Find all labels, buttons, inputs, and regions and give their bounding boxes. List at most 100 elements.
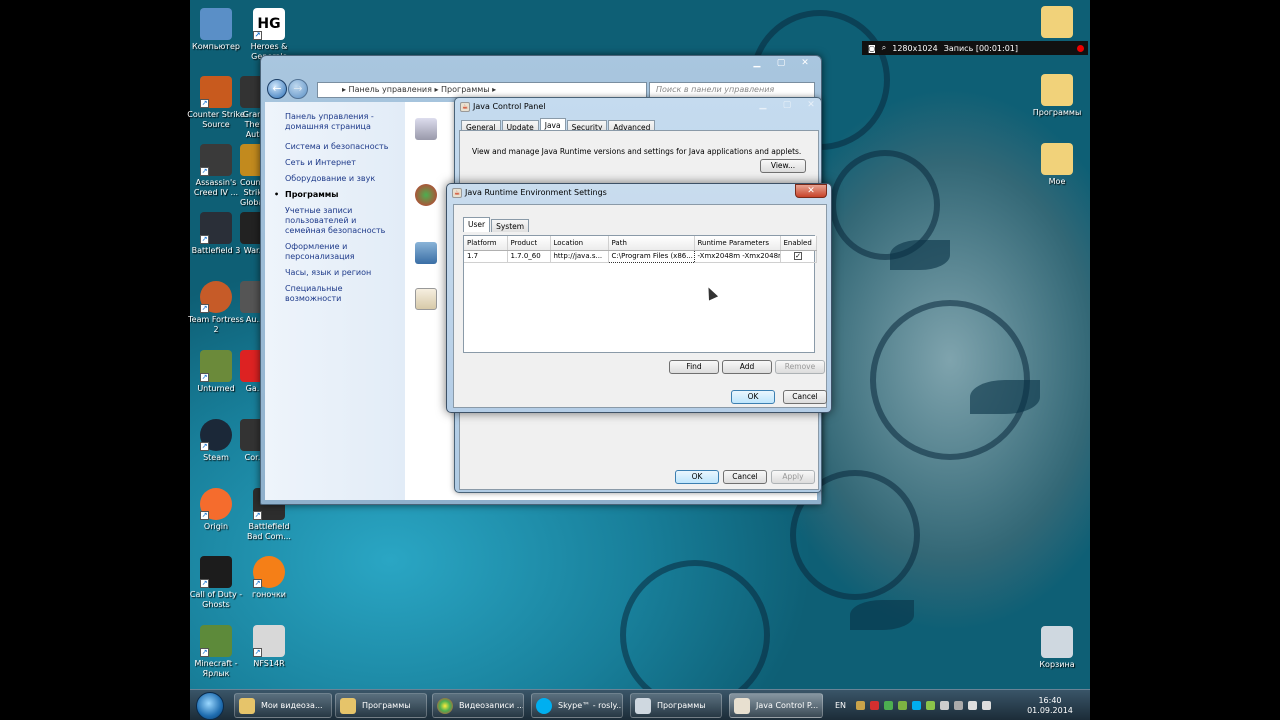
tray-nvidia-icon[interactable] [926,701,935,710]
tray-app-icon[interactable] [870,701,879,710]
desktop-icon-moe[interactable]: Мое [1028,143,1086,187]
column-location[interactable]: Location [550,236,609,251]
sidebar-item-hardware[interactable]: Оборудование и звук [285,174,397,184]
cancel-button[interactable]: Cancel [723,470,767,484]
default-programs-icon[interactable] [415,184,437,206]
cell-path[interactable]: C:\Program Files (x86... [607,249,695,263]
minimize-button[interactable]: ▁ [745,56,769,70]
tab-system[interactable]: System [491,219,530,232]
task-java-control-panel[interactable]: Java Control P... [729,693,823,718]
desktop-icon-computer[interactable]: Компьютер [187,8,245,52]
gadgets-icon[interactable] [415,242,437,264]
search-input[interactable]: Поиск в панели управления [649,82,815,98]
column-enabled[interactable]: Enabled [780,236,817,251]
task-chrome[interactable]: Видеозаписи ... [432,693,524,718]
column-product[interactable]: Product [507,236,551,251]
cell-platform[interactable]: 1.7 [464,250,508,263]
cell-enabled[interactable]: ✓ [780,250,817,263]
minimize-button[interactable]: ▁ [751,98,775,112]
start-button[interactable] [196,692,224,720]
cell-location[interactable]: http://java.s... [550,250,609,263]
tray-app-icon[interactable] [884,701,893,710]
sidebar-item-appearance[interactable]: Оформление и персонализация [285,242,397,262]
tray-app-icon[interactable] [898,701,907,710]
column-platform[interactable]: Platform [464,236,508,251]
window-controls: ▁ ▢ ✕ [745,56,817,70]
back-button[interactable]: ← [267,79,287,99]
ok-button[interactable]: OK [731,390,775,404]
cell-runtime-parameters[interactable]: -Xmx2048m -Xmx2048m [694,250,781,263]
sidebar-item-clock[interactable]: Часы, язык и регион [285,268,397,278]
desktop-icon-nfs14r[interactable]: ↗ NFS14R [240,625,298,669]
desktop-icon-unturned[interactable]: ↗ Unturned [187,350,245,394]
desktop-icon-assassins-creed[interactable]: ↗ Assassin's Creed IV ... [187,144,245,198]
sidebar: Панель управления - домашняя страница Си… [265,102,405,500]
remove-button[interactable]: Remove [775,360,825,374]
dialog-title: Java Runtime Environment Settings [465,188,607,197]
desktop-icon-battlefield-3[interactable]: ↗ Battlefield 3 [187,212,245,256]
enabled-checkbox[interactable]: ✓ [794,252,802,260]
sidebar-item-security[interactable]: Система и безопасность [285,142,397,152]
desktop-icon-programs[interactable]: Программы [1028,74,1086,118]
desktop-icon-counter-strike-source[interactable]: ↗ Counter Strike Source [187,76,245,130]
java-description: View and manage Java Runtime versions an… [472,147,802,156]
apply-button[interactable]: Apply [771,470,815,484]
find-button[interactable]: Find [669,360,719,374]
close-button[interactable]: ✕ [793,56,817,70]
sidebar-item-accessibility[interactable]: Специальные возможности [285,284,397,304]
forward-button[interactable]: → [288,79,308,99]
desktop-icon-heroes-generals[interactable]: HG↗Heroes & Generals [240,8,298,62]
record-icon[interactable] [1077,44,1084,52]
recycle-bin-icon [1041,626,1073,658]
team-fortress-2-icon: ↗ [200,281,232,313]
desktop-icon-recycle-bin[interactable]: Корзина [1028,626,1086,670]
tray-arrow-icon[interactable] [856,701,865,710]
task-programs-folder[interactable]: Программы [335,693,427,718]
close-button[interactable]: ✕ [799,98,823,112]
desktop-icon-gonochki[interactable]: ↗ гоночки [240,556,298,600]
tray-app-icon[interactable] [954,701,963,710]
desktop-icon-folder-top[interactable] [1028,6,1086,40]
tray-network-icon[interactable] [968,701,977,710]
language-indicator[interactable]: EN [835,690,846,720]
view-button[interactable]: View... [760,159,806,173]
tray-skype-icon[interactable] [912,701,921,710]
desktop-icon-team-fortress-2[interactable]: ↗ Team Fortress 2 [187,281,245,335]
table-header: Platform Product Location Path Runtime P… [464,236,817,251]
cell-product[interactable]: 1.7.0_60 [507,250,551,263]
task-my-videos[interactable]: Мои видеоза... [234,693,332,718]
camera-icon[interactable]: ◙ [868,44,876,53]
clock[interactable]: 16:40 01.09.2014 [1026,696,1074,716]
recorder-status: Запись [00:01:01] [943,43,1018,53]
add-button[interactable]: Add [722,360,772,374]
jre-settings-dialog: ☕ Java Runtime Environment Settings ✕ Us… [446,183,832,413]
tray-app-icon[interactable] [940,701,949,710]
zoom-icon[interactable]: ⌕ [882,43,886,53]
tray-volume-icon[interactable] [982,701,991,710]
tab-user[interactable]: User [463,217,491,232]
desktop-icon-origin[interactable]: ↗ Origin [187,488,245,532]
sidebar-item-home[interactable]: Панель управления - домашняя страница [285,112,397,132]
ok-button[interactable]: OK [675,470,719,484]
desktop-icon-call-of-duty-ghosts[interactable]: ↗ Call of Duty - Ghosts [187,556,245,610]
close-button[interactable]: ✕ [795,184,827,198]
desktop-icon-minecraft[interactable]: ↗ Minecraft - Ярлык [187,625,245,679]
task-programs-cp[interactable]: Программы [630,693,722,718]
sidebar-item-network[interactable]: Сеть и Интернет [285,158,397,168]
column-path[interactable]: Path [608,236,695,251]
maximize-button[interactable]: ▢ [775,98,799,112]
table-row[interactable]: 1.7 1.7.0_60 http://java.s... C:\Program… [464,249,817,263]
desktop-icon-steam[interactable]: ↗ Steam [187,419,245,463]
sidebar-item-accounts[interactable]: Учетные записи пользователей и семейная … [285,206,397,236]
java-icon[interactable] [415,288,437,310]
recorder-resolution: 1280x1024 [892,43,938,53]
column-runtime-parameters[interactable]: Runtime Parameters [694,236,781,251]
tab-bar: User System [463,217,530,232]
address-bar[interactable]: ▸ Панель управления ▸ Программы ▸ [317,82,647,98]
breadcrumb[interactable]: ▸ Панель управления ▸ Программы ▸ [342,85,496,94]
programs-features-icon[interactable] [415,118,437,140]
cancel-button[interactable]: Cancel [783,390,827,404]
task-skype[interactable]: Skype™ - rosly... [531,693,623,718]
sidebar-item-programs[interactable]: Программы [274,190,397,200]
maximize-button[interactable]: ▢ [769,56,793,70]
